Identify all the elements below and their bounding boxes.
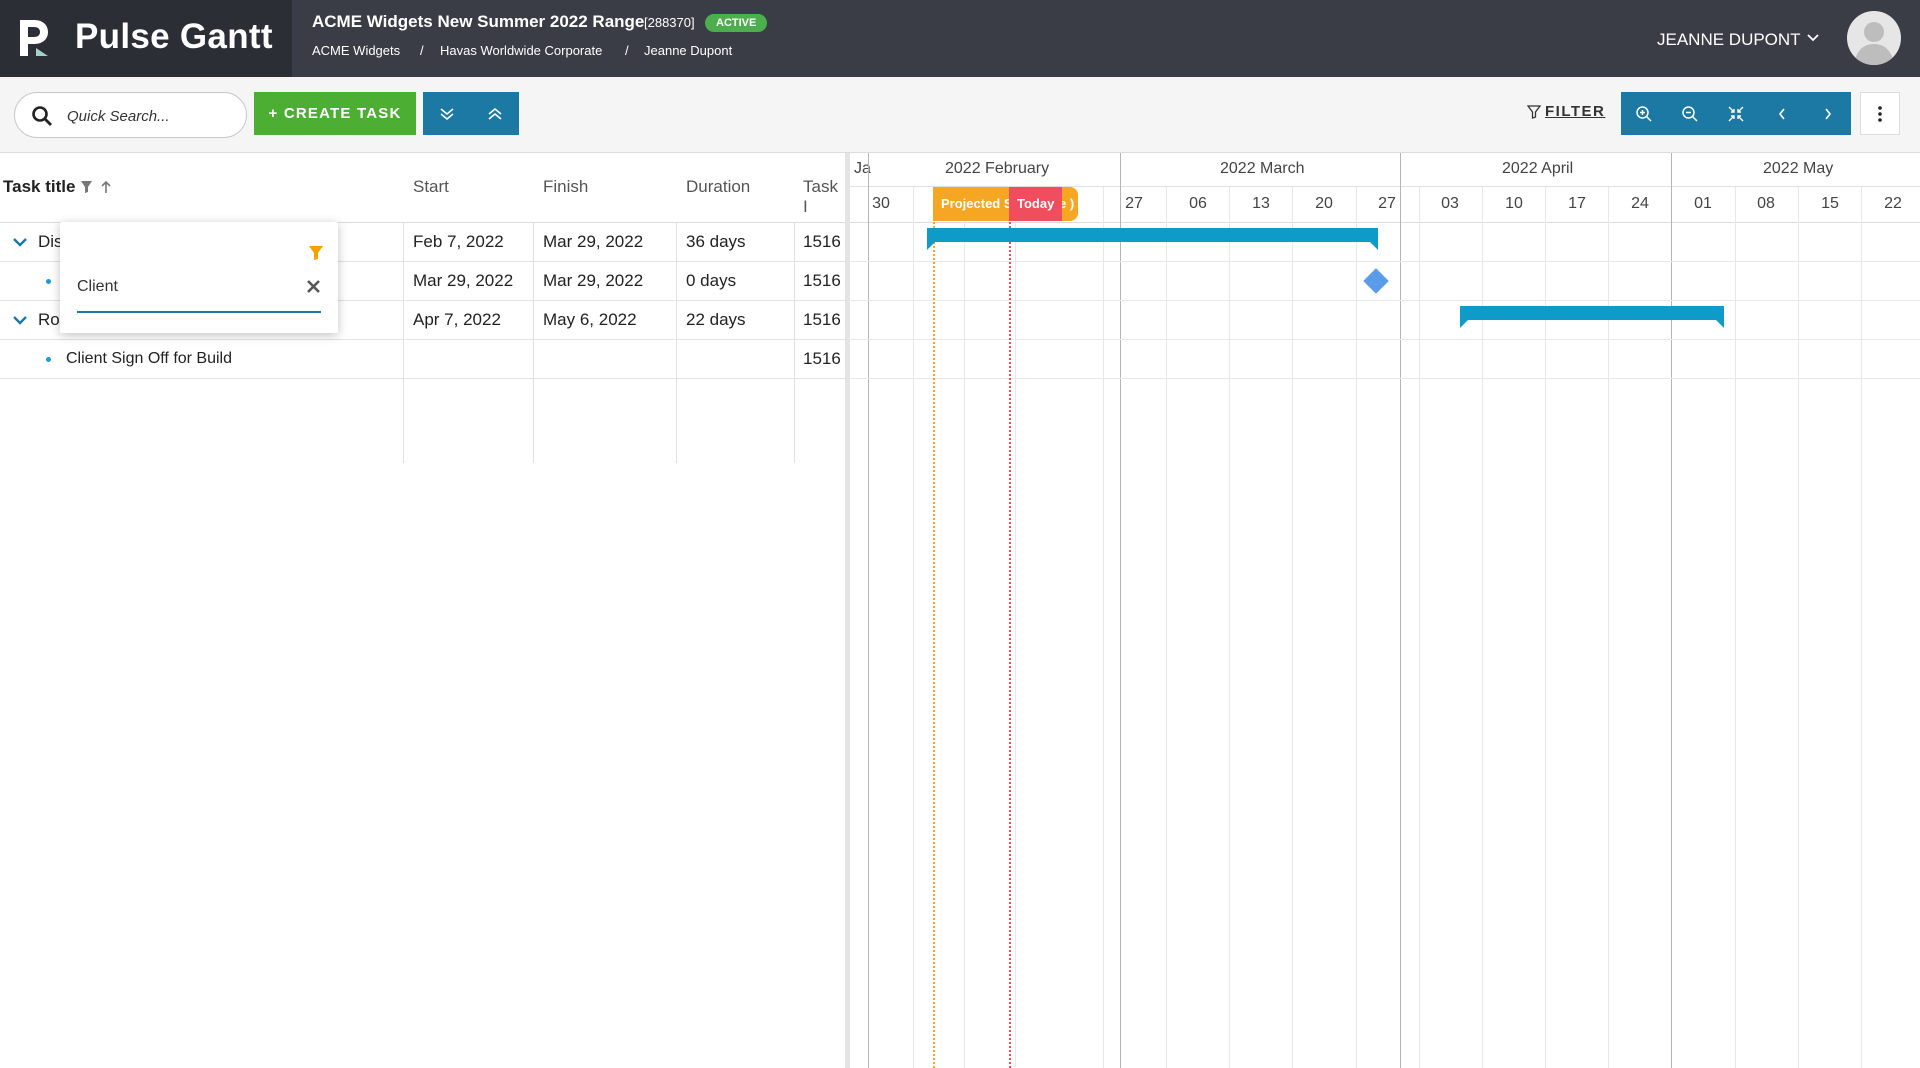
task-id: 1516 <box>803 232 841 251</box>
chevron-down-icon[interactable] <box>12 314 28 326</box>
week-label: 24 <box>1631 195 1649 212</box>
column-header-duration[interactable]: Duration <box>686 177 750 197</box>
more-vertical-icon <box>1878 105 1882 122</box>
task-title: Client Sign Off for Build <box>66 350 233 367</box>
week-label: 08 <box>1757 195 1775 212</box>
toolbar: + CREATE TASK FILTER <box>0 77 1920 153</box>
table-row[interactable]: Client Sign Off for Build 1516 <box>0 340 845 379</box>
quick-search[interactable] <box>14 92 247 138</box>
chevron-down-icon[interactable] <box>1807 33 1819 43</box>
task-start: Feb 7, 2022 <box>413 232 504 251</box>
zoom-fit-icon <box>1728 106 1744 121</box>
task-id: 1516 <box>803 349 841 368</box>
task-duration: 36 days <box>686 232 746 251</box>
chevron-down-icon[interactable] <box>12 236 28 248</box>
week-label: 20 <box>1315 195 1333 212</box>
projected-start-line <box>933 187 935 1068</box>
filter-button[interactable]: FILTER <box>1527 103 1605 120</box>
previous-icon <box>1778 108 1785 119</box>
collapse-all-icon <box>488 107 502 120</box>
column-header-start[interactable]: Start <box>413 177 449 197</box>
app-name: Pulse Gantt <box>75 17 273 56</box>
zoom-in-icon <box>1636 105 1652 122</box>
next-icon <box>1825 108 1832 119</box>
user-menu[interactable]: JEANNE DUPONT <box>1657 30 1801 50</box>
column-filter-icon[interactable] <box>80 180 93 194</box>
week-label: 22 <box>1884 195 1902 212</box>
next-button[interactable] <box>1805 92 1851 135</box>
task-finish: Mar 29, 2022 <box>543 232 644 251</box>
zoom-out-button[interactable] <box>1667 92 1713 135</box>
column-header-finish[interactable]: Finish <box>543 177 588 197</box>
gantt-chart: Ja 2022 February 2022 March 2022 April 2… <box>850 153 1920 1068</box>
column-header-task-title[interactable]: Task title <box>3 177 75 197</box>
task-start: Mar 29, 2022 <box>413 271 514 290</box>
week-label: 06 <box>1189 195 1207 212</box>
avatar[interactable] <box>1847 11 1901 65</box>
week-label: 01 <box>1694 195 1712 212</box>
expand-all-button[interactable] <box>423 92 471 135</box>
bullet-icon <box>46 279 51 284</box>
previous-button[interactable] <box>1759 92 1805 135</box>
column-filter-popup: Client <box>60 222 338 333</box>
month-label: 2022 February <box>945 160 1050 177</box>
filter-input-underline <box>77 311 321 313</box>
search-input[interactable] <box>67 105 237 127</box>
project-title: ACME Widgets New Summer 2022 Range <box>312 12 645 31</box>
task-id: 1516 <box>803 271 841 290</box>
search-icon <box>32 106 52 126</box>
task-start: Apr 7, 2022 <box>413 310 501 329</box>
zoom-navigation-group <box>1621 92 1851 135</box>
zoom-fit-button[interactable] <box>1713 92 1759 135</box>
more-options-button[interactable] <box>1860 92 1900 135</box>
breadcrumb-separator: / <box>420 43 424 58</box>
breadcrumb-client[interactable]: ACME Widgets <box>312 43 400 58</box>
create-task-button[interactable]: + CREATE TASK <box>254 92 416 135</box>
timeline-month-header: Ja 2022 February 2022 March 2022 April 2… <box>850 153 1920 187</box>
projected-start-label: Projected S <box>941 196 1013 211</box>
week-label: 30 <box>872 195 890 212</box>
filter-icon <box>1527 104 1541 119</box>
summary-task-bar[interactable] <box>1460 306 1724 328</box>
task-duration: 22 days <box>686 310 746 329</box>
user-silhouette-icon <box>1854 22 1894 65</box>
today-line <box>1009 187 1011 1068</box>
app-header: Pulse Gantt ACME Widgets New Summer 2022… <box>0 0 1920 77</box>
today-marker[interactable]: Today <box>1009 187 1063 221</box>
week-label: 15 <box>1821 195 1839 212</box>
task-finish: Mar 29, 2022 <box>543 271 644 290</box>
summary-task-bar[interactable] <box>927 228 1378 250</box>
expand-collapse-group <box>423 92 519 135</box>
task-duration: 0 days <box>686 271 737 290</box>
zoom-in-button[interactable] <box>1621 92 1667 135</box>
filter-active-icon <box>309 246 323 260</box>
project-id: [288370] <box>644 15 695 30</box>
task-finish: May 6, 2022 <box>543 310 637 329</box>
collapse-all-button[interactable] <box>471 92 519 135</box>
breadcrumb-owner[interactable]: Jeanne Dupont <box>644 43 732 58</box>
expand-all-icon <box>440 107 454 120</box>
breadcrumb-company[interactable]: Havas Worldwide Corporate <box>440 43 602 58</box>
task-id: 1516 <box>803 310 841 329</box>
column-header-task-id[interactable]: Task I <box>803 177 845 217</box>
breadcrumb-separator: / <box>625 43 629 58</box>
month-label: 2022 March <box>1220 160 1305 177</box>
filter-label: FILTER <box>1545 103 1606 120</box>
close-icon[interactable] <box>306 279 321 294</box>
week-label: 10 <box>1505 195 1523 212</box>
week-label: 03 <box>1441 195 1459 212</box>
week-label: 27 <box>1378 195 1396 212</box>
sort-ascending-icon[interactable] <box>100 180 112 194</box>
month-label: 2022 April <box>1502 160 1574 177</box>
pulse-logo-icon <box>20 20 48 56</box>
zoom-out-icon <box>1682 105 1698 122</box>
bullet-icon <box>46 357 51 362</box>
filter-value-input[interactable]: Client <box>77 278 118 296</box>
grid-header: Task title Start Finish Duration Task I <box>0 153 845 223</box>
month-label: 2022 May <box>1763 160 1834 177</box>
status-badge: ACTIVE <box>705 14 768 32</box>
week-label: 17 <box>1568 195 1586 212</box>
week-label: 13 <box>1252 195 1270 212</box>
brand[interactable]: Pulse Gantt <box>0 0 292 77</box>
